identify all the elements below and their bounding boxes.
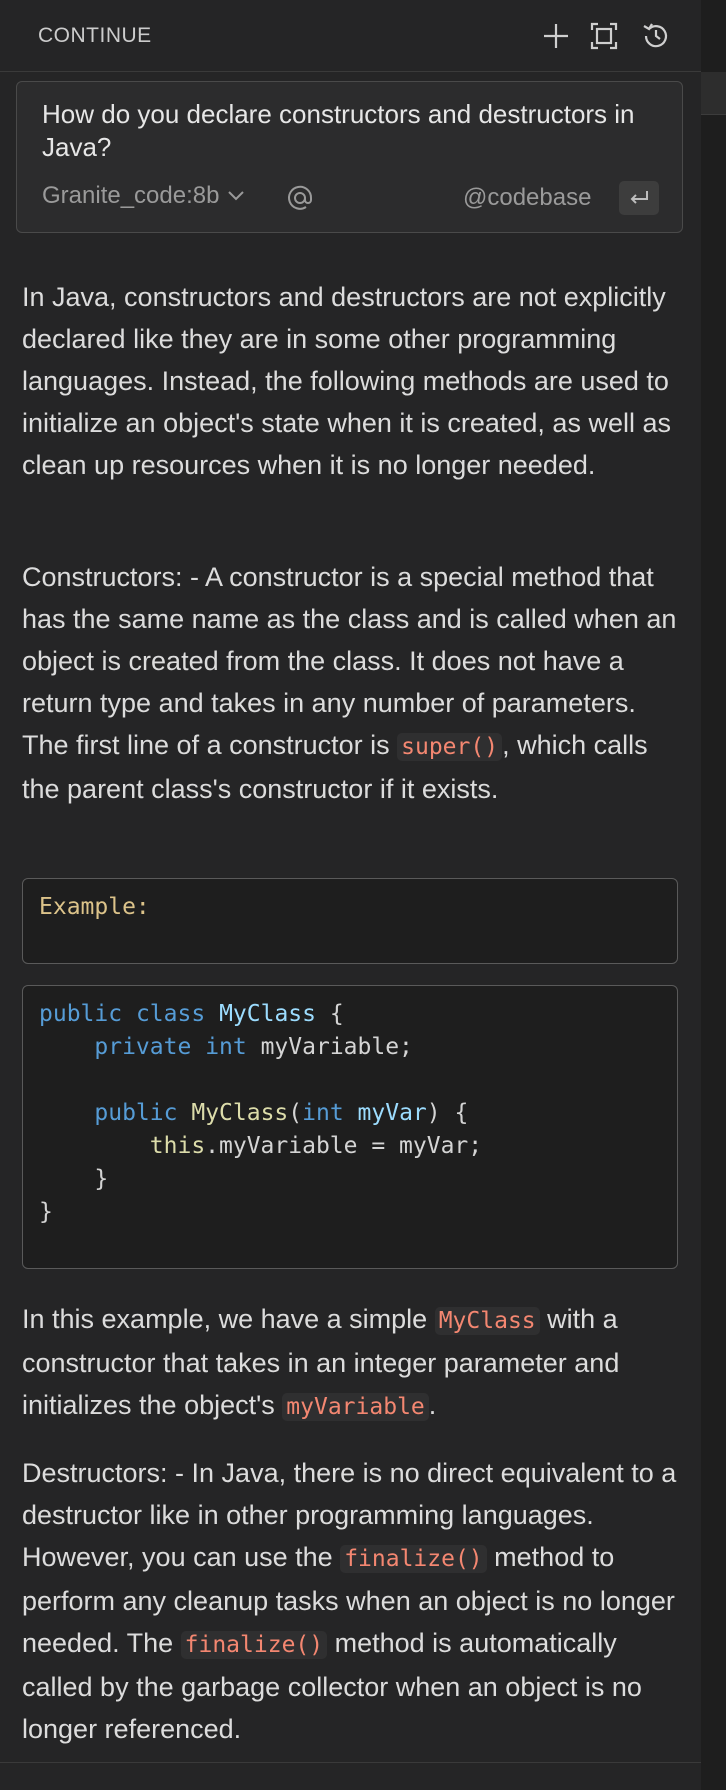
- codebase-button[interactable]: @codebase: [463, 184, 591, 212]
- inline-code-finalize-1: finalize(): [340, 1545, 487, 1573]
- plus-icon[interactable]: [538, 18, 574, 54]
- history-icon[interactable]: [638, 18, 674, 54]
- continue-panel: CONTINUE How do you declare constructors…: [0, 0, 701, 1790]
- editor-tab-bar: [701, 72, 726, 115]
- chevron-down-icon: [228, 191, 245, 201]
- response-paragraph-constructors: Constructors: - A constructor is a speci…: [22, 562, 677, 804]
- response-paragraph-destructors: Destructors: - In Java, there is no dire…: [22, 1458, 677, 1744]
- java-code-block: public class MyClass { private int myVar…: [22, 985, 678, 1269]
- chat-input-box[interactable]: How do you declare constructors and dest…: [16, 81, 683, 233]
- editor-edge: [701, 0, 726, 1790]
- inline-code-super: super(): [397, 733, 503, 761]
- divider: [0, 1762, 701, 1763]
- at-mention-icon[interactable]: [285, 183, 315, 213]
- inline-code-myvariable: myVariable: [282, 1393, 429, 1421]
- example-code-block: Example:: [22, 878, 678, 964]
- model-name: Granite_code:8b: [42, 182, 220, 209]
- enter-icon: [630, 191, 648, 204]
- fullscreen-icon[interactable]: [586, 18, 622, 54]
- submit-button[interactable]: [619, 181, 659, 215]
- inline-code-myclass: MyClass: [434, 1307, 540, 1335]
- example-label: Example:: [39, 894, 150, 920]
- response-paragraph-example: In this example, we have a simple MyClas…: [22, 1304, 620, 1421]
- question-text[interactable]: How do you declare constructors and dest…: [42, 98, 642, 164]
- panel-title: CONTINUE: [38, 24, 152, 47]
- inline-code-finalize-2: finalize(): [180, 1631, 328, 1659]
- model-selector[interactable]: Granite_code:8b: [42, 182, 245, 210]
- panel-header: CONTINUE: [0, 0, 701, 72]
- response-paragraph-intro: In Java, constructors and destructors ar…: [22, 282, 671, 480]
